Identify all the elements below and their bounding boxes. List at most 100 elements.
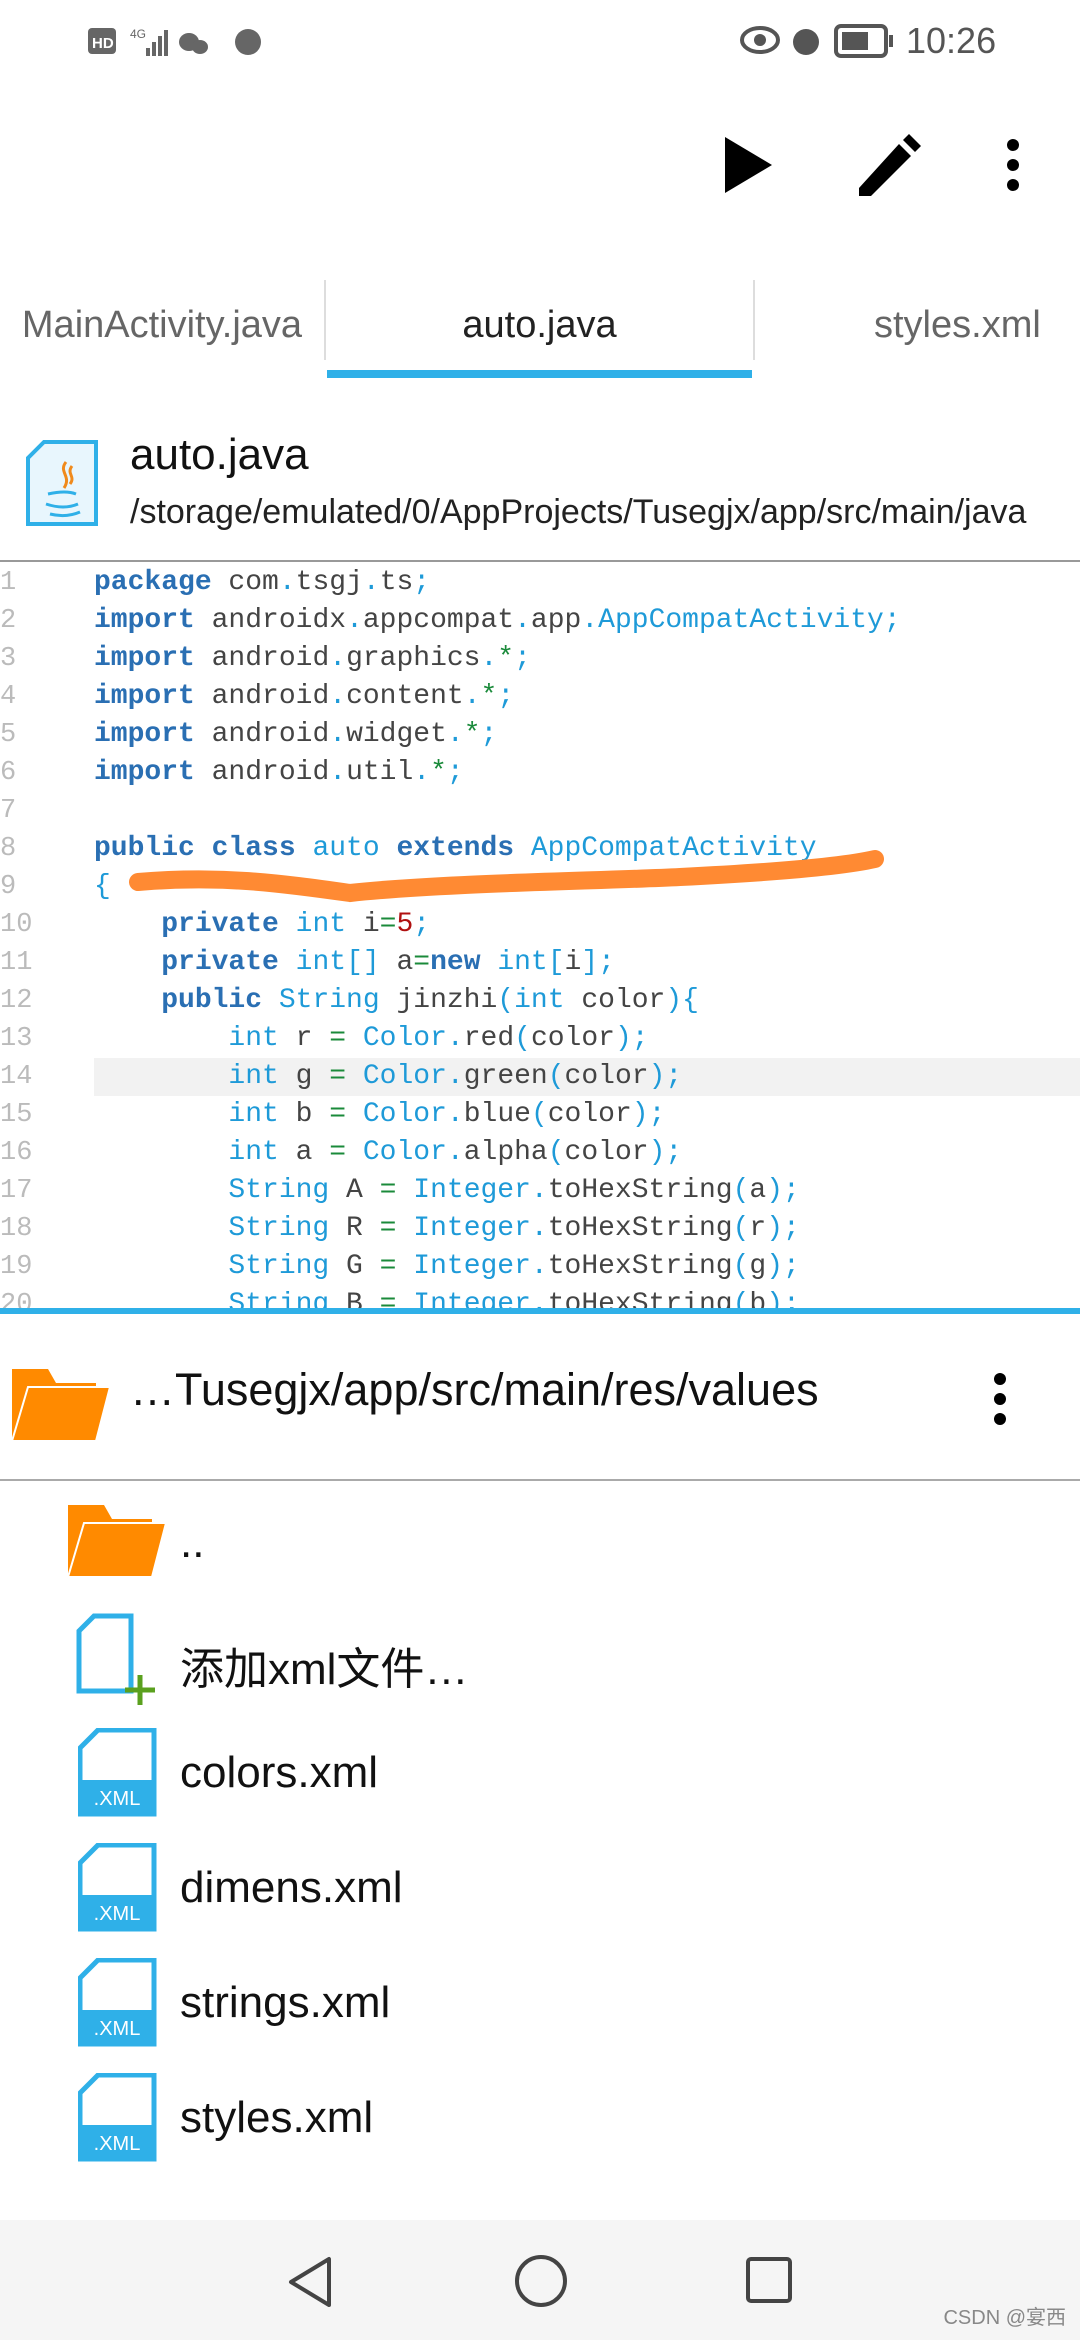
code-token: .	[463, 681, 481, 712]
code-token: package	[94, 567, 212, 598]
code-line[interactable]: 14 int g = Color.green(color);	[0, 1058, 1080, 1096]
home-icon[interactable]	[513, 2253, 569, 2309]
code-token: .	[413, 757, 431, 788]
code-token: =	[329, 1137, 347, 1168]
code-token: color	[564, 985, 666, 1016]
file-list-item[interactable]: .XML colors.xml	[0, 1720, 1080, 1830]
code-token: jinzhi	[379, 985, 498, 1016]
line-number: 17	[0, 1176, 33, 1206]
directory-more-button[interactable]	[980, 1364, 1020, 1434]
code-token: widget	[346, 719, 447, 750]
code-line[interactable]: 11 private int[] a=new int[i];	[0, 944, 1080, 982]
tab-mainactivity[interactable]: MainActivity.java	[0, 270, 324, 380]
line-number: 3	[0, 644, 17, 674]
code-token: Color	[346, 1023, 447, 1054]
code-token: *	[430, 757, 447, 788]
line-number: 20	[0, 1290, 33, 1308]
xml-file-icon: .XML	[78, 1843, 157, 1932]
code-token: =	[329, 1099, 347, 1130]
line-number: 1	[0, 568, 17, 598]
code-line[interactable]: 2 import androidx.appcompat.app.AppCompat…	[0, 602, 1080, 640]
more-options-button[interactable]	[978, 130, 1048, 200]
file-list-item[interactable]: .XML styles.xml	[0, 2065, 1080, 2175]
tab-auto-java[interactable]: auto.java	[327, 270, 752, 380]
code-token: R	[329, 1213, 380, 1244]
line-text: import android.util.*;	[94, 754, 1080, 792]
svg-text:.XML: .XML	[94, 1903, 141, 1925]
tab-styles-xml[interactable]: styles.xml	[874, 270, 1041, 380]
file-list-item[interactable]: .XML strings.xml	[0, 1950, 1080, 2060]
line-text: int g = Color.green(color);	[94, 1058, 1080, 1096]
code-token: green	[463, 1061, 548, 1092]
code-line[interactable]: 18 String R = Integer.toHexString(r);	[0, 1210, 1080, 1248]
code-line[interactable]: 4 import android.content.*;	[0, 678, 1080, 716]
code-token: String	[262, 985, 380, 1016]
code-token: a	[278, 1137, 330, 1168]
active-tab-indicator	[327, 370, 752, 378]
line-text: String A = Integer.toHexString(a);	[94, 1172, 1080, 1210]
code-token: Color	[346, 1061, 447, 1092]
file-name: dimens.xml	[180, 1863, 403, 1912]
xml-file-icon: .XML	[78, 1728, 157, 1817]
code-token: color	[547, 1099, 632, 1130]
code-token: int	[228, 1099, 279, 1130]
code-token: com	[211, 567, 279, 598]
code-line[interactable]: 15 int b = Color.blue(color);	[0, 1096, 1080, 1134]
signal-icon	[146, 30, 168, 56]
code-token: int	[480, 947, 548, 978]
line-text: int b = Color.blue(color);	[94, 1096, 1080, 1134]
code-line[interactable]: 3 import android.graphics.*;	[0, 640, 1080, 678]
code-token: import	[94, 643, 195, 674]
file-list-item[interactable]: .XML dimens.xml	[0, 1835, 1080, 1945]
code-line[interactable]: 6 import android.util.*;	[0, 754, 1080, 792]
code-token: g	[749, 1251, 767, 1282]
code-token: int	[228, 1061, 279, 1092]
recents-icon[interactable]	[744, 2255, 794, 2305]
line-number: 4	[0, 682, 17, 712]
code-line[interactable]: 10 private int i=5;	[0, 906, 1080, 944]
line-number: 7	[0, 796, 17, 826]
run-button[interactable]	[713, 130, 783, 200]
code-token: );	[648, 1137, 683, 1168]
code-token: );	[766, 1251, 800, 1282]
code-line[interactable]: 7	[0, 792, 1080, 830]
svg-text:4G: 4G	[130, 27, 146, 41]
java-file-icon	[26, 440, 98, 526]
code-line[interactable]: 17 String A = Integer.toHexString(a);	[0, 1172, 1080, 1210]
code-line[interactable]: 19 String G = Integer.toHexString(g);	[0, 1248, 1080, 1286]
code-token: (	[732, 1213, 750, 1244]
code-token: String	[228, 1175, 330, 1206]
code-line[interactable]: 12 public String jinzhi(int color){	[0, 982, 1080, 1020]
code-line[interactable]: 5 import android.widget.*;	[0, 716, 1080, 754]
code-line[interactable]: 1 package com.tsgj.ts;	[0, 564, 1080, 602]
back-icon[interactable]	[285, 2255, 335, 2309]
code-line[interactable]: 16 int a = Color.alpha(color);	[0, 1134, 1080, 1172]
file-list-item[interactable]: 添加xml文件…	[0, 1605, 1080, 1715]
code-token: graphics	[346, 643, 481, 674]
code-token: .	[480, 643, 498, 674]
code-token: ;	[514, 643, 531, 674]
code-token: b	[278, 1099, 330, 1130]
code-token: appcompat	[362, 605, 515, 636]
file-list-item[interactable]: ..	[0, 1490, 1080, 1600]
line-text: package com.tsgj.ts;	[94, 564, 1080, 602]
code-token: .	[530, 1289, 548, 1308]
code-token: (	[547, 1137, 565, 1168]
line-text: import androidx.appcompat.app.AppCompatA…	[94, 602, 1080, 640]
code-token: tsgj	[295, 567, 363, 598]
code-editor[interactable]: 1 package com.tsgj.ts; 2 import androidx.ap…	[0, 562, 1080, 1308]
code-token: =	[379, 1213, 397, 1244]
code-token: a	[379, 947, 414, 978]
code-token: int	[514, 985, 565, 1016]
code-line[interactable]: 20 String B = Integer.toHexString(b);	[0, 1286, 1080, 1308]
code-token: =	[379, 909, 397, 940]
code-line[interactable]: 13 int r = Color.red(color);	[0, 1020, 1080, 1058]
code-token: import	[94, 681, 195, 712]
pencil-icon	[859, 134, 921, 196]
edit-button[interactable]	[853, 130, 923, 200]
code-token: int	[228, 1137, 279, 1168]
